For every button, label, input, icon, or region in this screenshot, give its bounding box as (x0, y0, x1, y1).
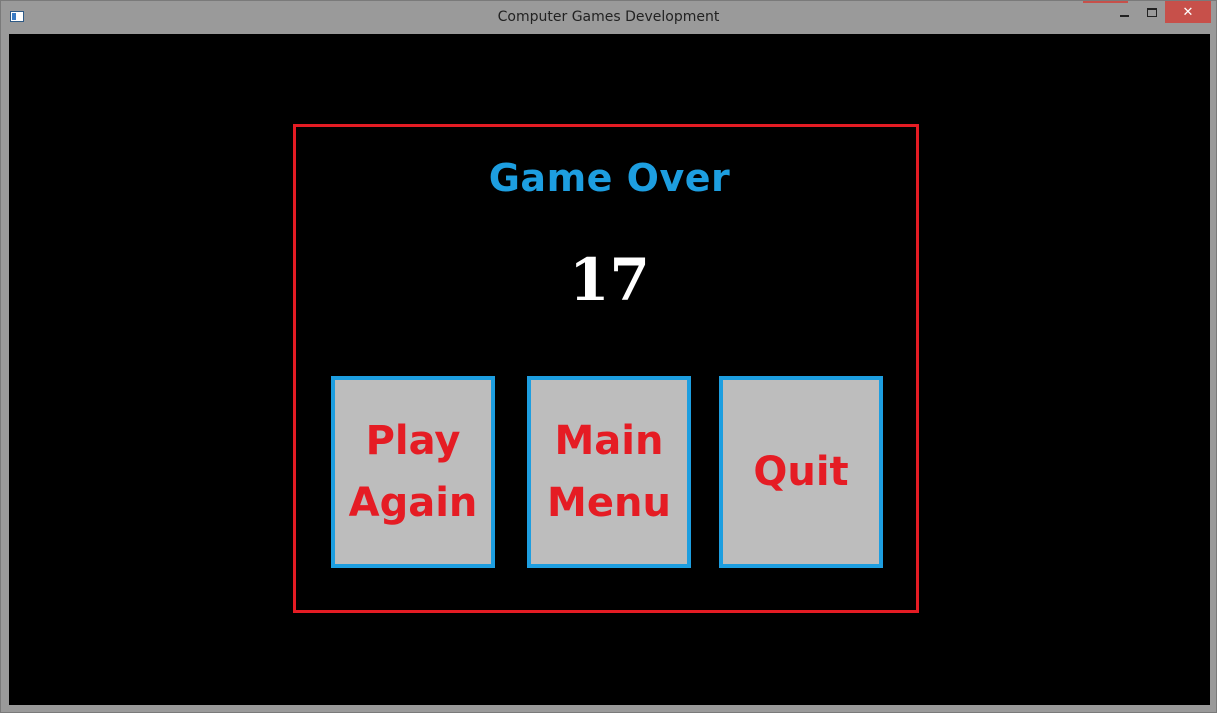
game-canvas: Game Over 17 Play Again Main Menu Quit (9, 34, 1210, 705)
play-again-label: Play Again (348, 418, 478, 526)
quit-label: Quit (753, 449, 849, 495)
close-icon: ✕ (1182, 4, 1194, 20)
maximize-icon (1147, 7, 1157, 17)
minimize-button[interactable] (1109, 1, 1139, 23)
maximize-button[interactable] (1139, 1, 1165, 23)
quit-button[interactable]: Quit (719, 376, 883, 568)
window-bottom-border (1, 705, 1216, 712)
app-window: Computer Games Development ✕ Game Over 1… (0, 0, 1217, 713)
window-title: Computer Games Development (497, 9, 720, 25)
title-bar[interactable]: Computer Games Development ✕ (1, 1, 1216, 34)
score-value: 17 (569, 246, 650, 314)
minimize-icon (1119, 15, 1129, 17)
main-menu-label: Main Menu (547, 418, 671, 526)
close-button[interactable]: ✕ (1165, 1, 1211, 23)
main-menu-button[interactable]: Main Menu (527, 376, 691, 568)
game-over-heading: Game Over (488, 156, 731, 200)
play-again-button[interactable]: Play Again (331, 376, 495, 568)
